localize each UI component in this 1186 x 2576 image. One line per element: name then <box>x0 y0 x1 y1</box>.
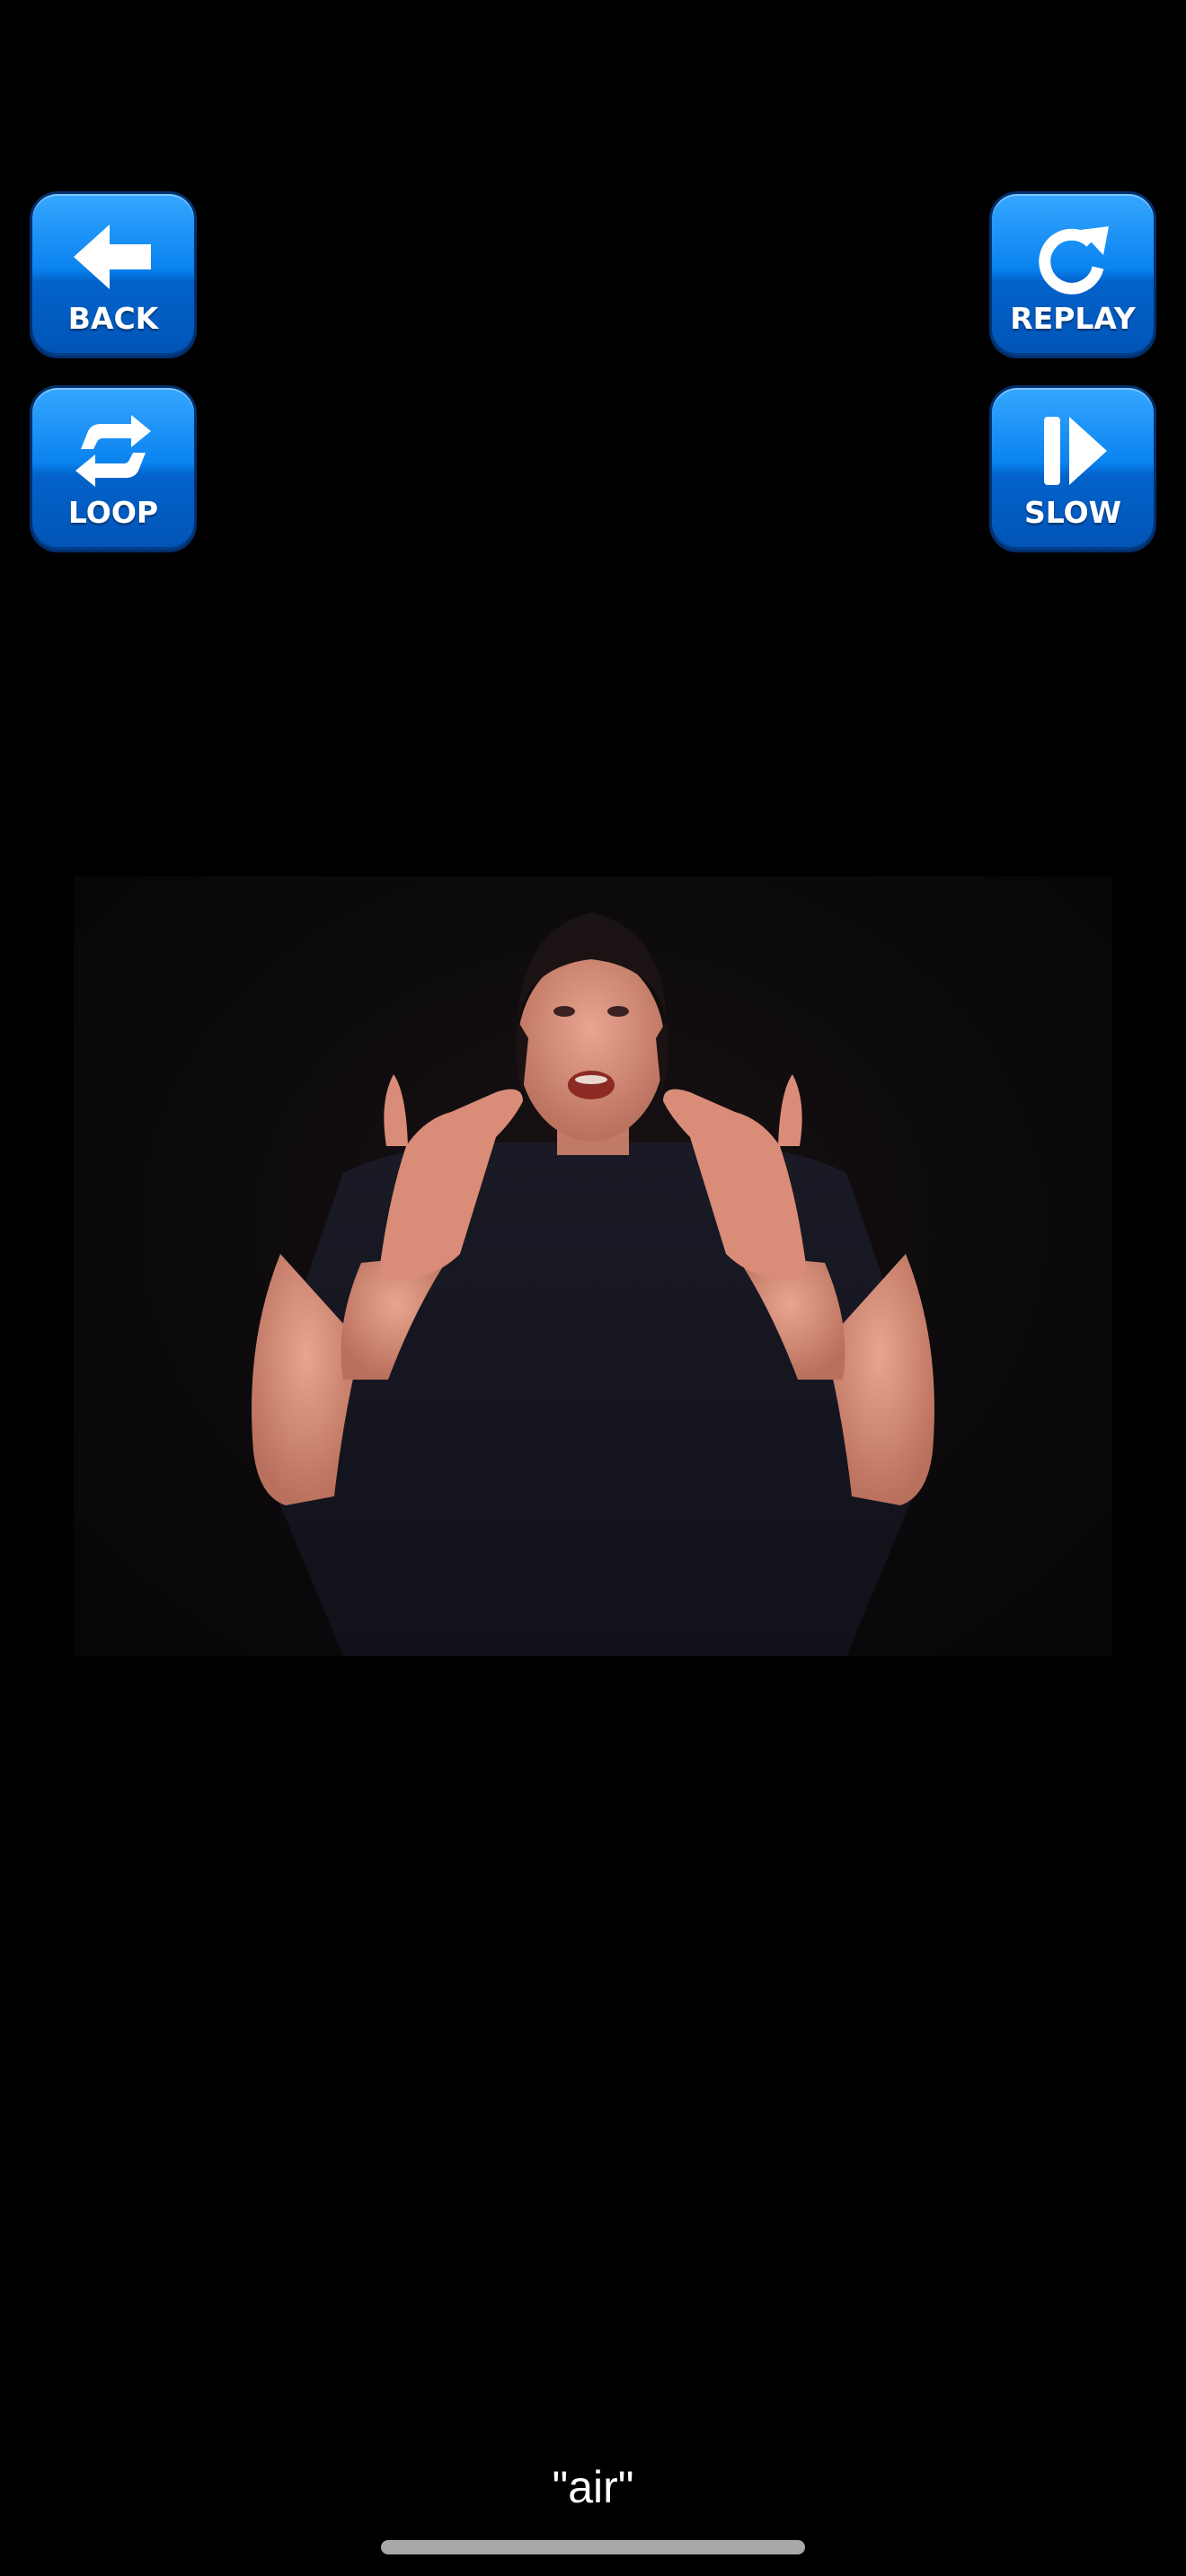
slow-play-icon <box>1028 411 1118 490</box>
home-indicator[interactable] <box>381 2540 805 2554</box>
loop-arrows-icon <box>68 411 158 490</box>
replay-button-label: REPLAY <box>1010 301 1136 336</box>
back-button-label: BACK <box>67 301 159 336</box>
slow-button-label: SLOW <box>1023 495 1122 530</box>
back-arrow-icon <box>68 217 158 296</box>
signer-figure <box>252 913 934 1656</box>
replay-button[interactable]: REPLAY <box>992 194 1154 356</box>
loop-button-label: LOOP <box>67 495 159 530</box>
sign-video[interactable] <box>74 877 1112 1656</box>
slow-button[interactable]: SLOW <box>992 388 1154 550</box>
back-button[interactable]: BACK <box>32 194 194 356</box>
replay-icon <box>1028 217 1118 296</box>
word-caption: "air" <box>552 2462 634 2512</box>
loop-button[interactable]: LOOP <box>32 388 194 550</box>
